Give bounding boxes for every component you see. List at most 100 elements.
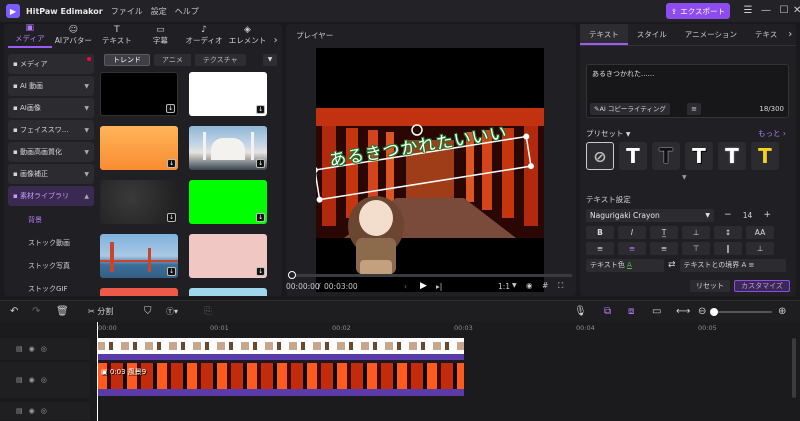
tab-text[interactable]: T テキスト: [95, 24, 139, 48]
text-color-button[interactable]: テキスト色 A: [586, 258, 664, 272]
bg-thumb-lightblue[interactable]: [189, 288, 267, 296]
chip-anime[interactable]: アニメ: [154, 54, 191, 66]
underline-icon[interactable]: T̲: [650, 225, 678, 239]
library-background[interactable]: 背景: [8, 208, 94, 231]
shield-icon[interactable]: ⛉: [144, 305, 152, 319]
line-spacing-icon[interactable]: ↕: [714, 225, 742, 239]
tab-ai-avatar[interactable]: ☺ AIアバター: [52, 24, 96, 48]
bg-thumb-white[interactable]: ↓: [189, 72, 267, 116]
swap-icon[interactable]: ⇄: [668, 260, 676, 270]
maximize-icon[interactable]: ☐: [776, 3, 792, 19]
tab-media[interactable]: ▣ メディア: [8, 23, 52, 48]
expand-presets-icon[interactable]: ▼: [682, 174, 687, 181]
valign-bottom-icon[interactable]: ⊥: [746, 241, 774, 255]
redo-icon[interactable]: ↷: [32, 305, 40, 319]
pip-icon[interactable]: ▭: [652, 305, 661, 319]
size-increase-icon[interactable]: +: [764, 210, 772, 220]
menu-help[interactable]: ヘルプ: [175, 6, 199, 17]
valign-middle-icon[interactable]: ‖: [714, 241, 742, 255]
next-frame-icon[interactable]: ▸|: [436, 282, 442, 291]
split-button[interactable]: ✂ 分割: [88, 305, 113, 319]
preset-yellow[interactable]: T: [751, 142, 779, 170]
preview-canvas[interactable]: あるきつかれたいいい: [311, 48, 544, 292]
library-stock-photo[interactable]: ストック写真: [8, 254, 94, 277]
border-color-button[interactable]: テキストとの境界 A ≡: [679, 258, 786, 272]
playhead[interactable]: [97, 322, 98, 421]
tab-audio[interactable]: ♪ オーディオ: [182, 24, 226, 48]
bg-thumb-pink[interactable]: ↓: [189, 234, 267, 278]
fit-icon[interactable]: ⟷: [676, 305, 690, 319]
reset-button[interactable]: リセット: [690, 280, 730, 292]
bg-thumb-green[interactable]: ↓: [189, 180, 267, 224]
sidebar-item-face-swap[interactable]: ▪ フェイススワ... ▼: [8, 120, 94, 140]
customize-button[interactable]: カスタマイズ: [734, 280, 790, 292]
menu-file[interactable]: ファイル: [111, 6, 143, 17]
italic-icon[interactable]: I: [618, 225, 646, 239]
size-decrease-icon[interactable]: −: [724, 210, 732, 220]
bg-thumb-texture[interactable]: ↓: [100, 180, 178, 224]
preset-outline[interactable]: T: [652, 142, 680, 170]
prev-frame-icon[interactable]: ‹: [404, 282, 407, 291]
eye-icon[interactable]: ◉: [29, 376, 35, 384]
preset-glow[interactable]: T: [718, 142, 746, 170]
undo-icon[interactable]: ↶: [10, 305, 18, 319]
text-add-icon[interactable]: Ⓣ▾: [166, 305, 178, 319]
tabs-next-icon[interactable]: ›: [786, 24, 794, 45]
tab-text-more[interactable]: テキス: [746, 24, 786, 45]
menu-icon[interactable]: ☰: [740, 3, 756, 19]
audio-icon[interactable]: ◎: [41, 376, 47, 384]
sidebar-item-image-fix[interactable]: ▪ 画像補正 ▼: [8, 164, 94, 184]
font-select[interactable]: Nagurigaki Crayon ▼: [586, 208, 714, 222]
close-icon[interactable]: ✕: [793, 3, 800, 19]
text-height-icon[interactable]: ⊥: [682, 225, 710, 239]
sidebar-item-media[interactable]: ▪ メディア: [8, 54, 94, 74]
bg-thumb-black[interactable]: ↓: [100, 72, 178, 116]
export-button[interactable]: ⇪ エクスポート: [666, 3, 730, 19]
tab-caption[interactable]: ▭ 字幕: [139, 24, 183, 48]
playback-progress[interactable]: [288, 271, 572, 279]
align-right-icon[interactable]: ≡: [650, 241, 678, 255]
menu-settings[interactable]: 設定: [151, 6, 167, 17]
eye-icon[interactable]: ◉: [29, 345, 35, 353]
audio-icon[interactable]: ◎: [41, 345, 47, 353]
fullscreen-icon[interactable]: ⛶: [558, 281, 563, 291]
chip-trend[interactable]: トレンド: [104, 54, 150, 66]
preset-shadow[interactable]: T: [685, 142, 713, 170]
audio-icon[interactable]: ◎: [41, 407, 47, 415]
tab-style[interactable]: スタイル: [628, 24, 676, 45]
grid-icon[interactable]: #: [542, 281, 548, 290]
link-icon[interactable]: ⧉: [604, 305, 611, 319]
library-stock-gif[interactable]: ストックGIF: [8, 277, 94, 300]
tab-animation[interactable]: アニメーション: [676, 24, 746, 45]
sticker-clip[interactable]: [97, 338, 464, 360]
aspect-ratio-select[interactable]: 1:1: [498, 282, 510, 291]
keyframe-icon[interactable]: ⎘: [204, 305, 212, 319]
tab-text-props[interactable]: テキスト: [580, 24, 628, 45]
valign-top-icon[interactable]: ⊤: [682, 241, 710, 255]
snapshot-icon[interactable]: ◉: [526, 281, 533, 290]
align-left-icon[interactable]: ≡: [586, 241, 614, 255]
sidebar-item-enhance[interactable]: ▪ 動画高画質化 ▼: [8, 142, 94, 162]
bg-thumb-red[interactable]: [100, 288, 178, 296]
tabs-next-icon[interactable]: ›: [269, 24, 282, 48]
video-clip[interactable]: ▣ 0:03 風景9: [97, 363, 464, 396]
sidebar-item-library[interactable]: ▪ 素材ライブラリ ▲: [8, 186, 94, 206]
sidebar-item-ai-image[interactable]: ▪ AI画像 ▼: [8, 98, 94, 118]
bg-thumb-bridge[interactable]: ↓: [100, 234, 178, 278]
timeline-scrollbar[interactable]: [792, 338, 796, 398]
more-presets-link[interactable]: もっと ›: [758, 128, 786, 139]
text-content-field[interactable]: あるきつかれた...... ✎AI コピーライティング ≡ 18/300: [586, 64, 789, 118]
delete-icon[interactable]: 🗑: [56, 305, 69, 319]
tab-element[interactable]: ◈ エレメント: [226, 24, 270, 48]
wrap-icon[interactable]: ≡: [687, 103, 701, 115]
play-icon[interactable]: ▶: [420, 281, 427, 291]
case-icon[interactable]: AA: [746, 225, 774, 239]
ai-copywriting-button[interactable]: ✎AI コピーライティング: [590, 103, 670, 115]
sidebar-item-ai-video[interactable]: ▪ AI 動画 ▼: [8, 76, 94, 96]
chip-texture[interactable]: テクスチャ: [194, 54, 246, 66]
bg-thumb-orange[interactable]: ↓: [100, 126, 178, 170]
zoom-out-icon[interactable]: ⊖: [698, 305, 706, 319]
font-size-value[interactable]: 14: [736, 211, 760, 220]
chevron-down-icon[interactable]: ▼: [263, 54, 277, 66]
preset-none-icon[interactable]: ⊘: [586, 142, 614, 170]
